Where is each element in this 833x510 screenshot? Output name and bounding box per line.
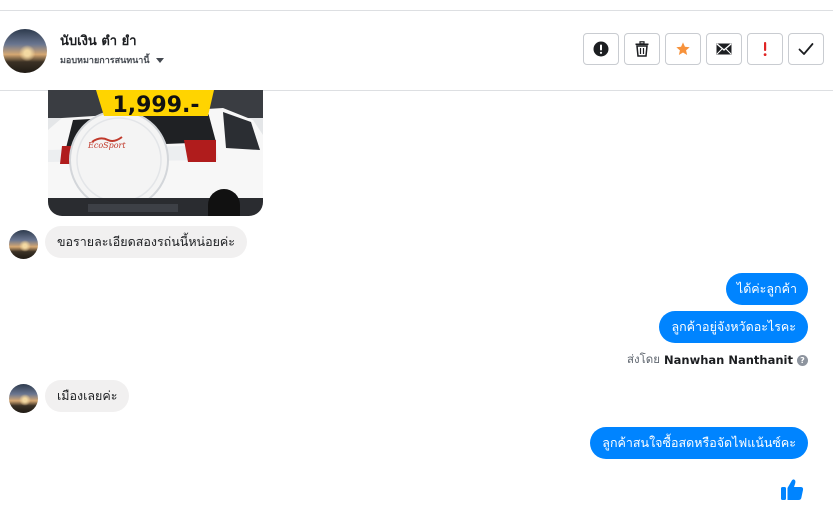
star-button[interactable]	[665, 33, 701, 65]
exclamation-icon	[763, 42, 767, 56]
sent-by-prefix: ส่งโดย	[626, 352, 661, 366]
help-icon[interactable]: ?	[797, 354, 808, 366]
message-bubble-in: ขอรายละเอียดสองรถ่นนี้หน่อยค่ะ	[45, 226, 248, 258]
sender-avatar	[9, 384, 38, 413]
svg-text:EcoSport: EcoSport	[87, 141, 126, 150]
car-image-attachment[interactable]: EcoSport 1,999.-	[48, 90, 263, 216]
message-bubble-out: ได้ค่ะลูกค้า	[725, 273, 808, 305]
header-actions	[583, 33, 824, 65]
sender-avatar	[9, 230, 38, 259]
conversation-header: นับเงิน ตำ ยำ มอบหมายการสนทนานี้	[0, 11, 833, 91]
price-tag-text: 1,999.-	[112, 93, 199, 118]
message-bubble-out: ลูกค้าสนใจซื้อสดหรือจัดไฟแน้นซ์คะ	[590, 427, 808, 459]
checkmark-icon	[798, 43, 814, 55]
caret-down-icon	[155, 57, 164, 63]
thumbs-up-icon[interactable]	[780, 478, 804, 501]
mark-spam-button[interactable]	[583, 33, 619, 65]
delete-button[interactable]	[624, 33, 660, 65]
exclamation-circle-icon	[593, 41, 609, 57]
contact-avatar[interactable]	[3, 29, 47, 73]
mark-unread-button[interactable]	[706, 33, 742, 65]
assign-conversation-dropdown[interactable]: มอบหมายการสนทนานี้	[60, 53, 164, 67]
star-icon	[676, 42, 690, 55]
suv-rear-photo: EcoSport 1,999.-	[48, 90, 263, 216]
mark-done-button[interactable]	[788, 33, 824, 65]
sent-by-agent-name[interactable]: Nanwhan Nanthanit	[664, 353, 793, 367]
message-bubble-out: ลูกค้าอยู่จังหวัดอะไรคะ	[659, 311, 808, 343]
message-bubble-in: เมืองเลยค่ะ	[45, 380, 130, 412]
assign-label: มอบหมายการสนทนานี้	[60, 56, 150, 66]
sent-by-line: ส่งโดย Nanwhan Nanthanit ?	[627, 351, 808, 369]
trash-icon	[635, 41, 649, 57]
follow-up-button[interactable]	[747, 33, 783, 65]
envelope-icon	[716, 43, 732, 55]
contact-name[interactable]: นับเงิน ตำ ยำ	[60, 30, 137, 51]
